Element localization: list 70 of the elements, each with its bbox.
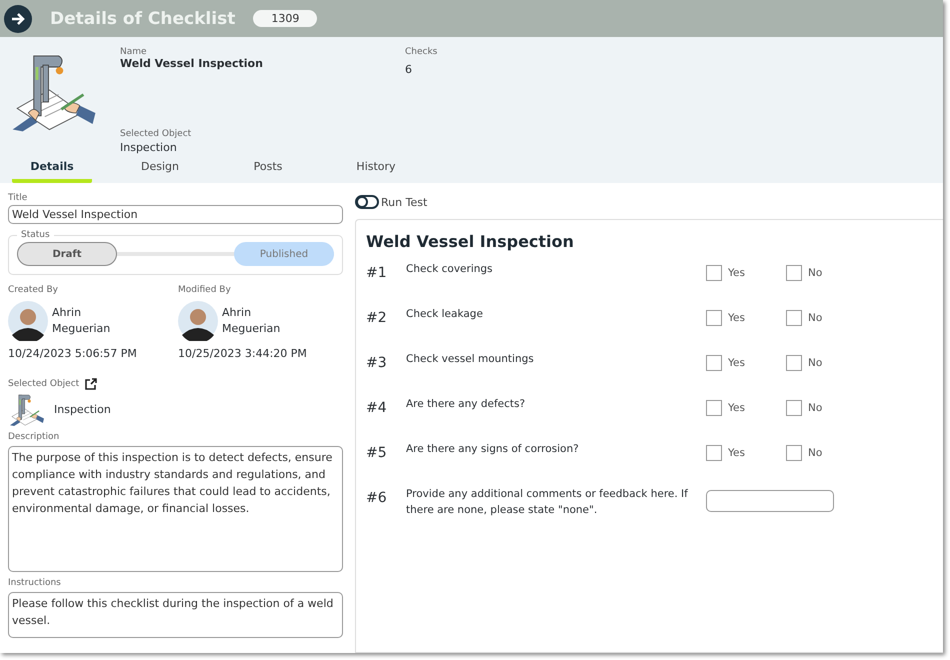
- answer-checkbox[interactable]: [786, 400, 802, 416]
- title-label: Title: [8, 193, 28, 203]
- item-number: #2: [366, 309, 388, 326]
- inspection-drawing: [8, 392, 46, 426]
- preview-title: Weld Vessel Inspection: [366, 232, 575, 251]
- name-label: Name: [120, 47, 148, 57]
- description-label: Description: [8, 432, 60, 442]
- selected-object: Inspection: [54, 402, 111, 416]
- instructions-field[interactable]: Please follow this checklist during the inspection of a weld vessel.: [8, 592, 343, 638]
- created-date: 10/24/2023 5:06:57 PM: [8, 347, 138, 360]
- back-button[interactable]: [4, 4, 32, 32]
- question-text: Provide any additional comments or feedback here. If there are none, please state "none".: [406, 487, 689, 518]
- avatar-icon: [8, 301, 48, 341]
- answer-field[interactable]: [706, 490, 834, 512]
- question-text: Check coverings: [406, 262, 494, 277]
- creator-name: Ahrin Meguerian: [52, 305, 112, 337]
- question-text: Check leakage: [406, 307, 484, 322]
- run-test-toggle[interactable]: Run Test: [355, 195, 428, 209]
- checks-label: Checks: [405, 47, 438, 57]
- arrow-icon: [10, 10, 26, 26]
- modified-by-label: Modified By: [178, 285, 232, 295]
- selected-object-label: Selected Object: [8, 379, 80, 389]
- checks-count: 6: [405, 63, 413, 76]
- page-title: Details of Checklist: [50, 8, 236, 28]
- option-label: Yes: [728, 267, 745, 279]
- item-number: #1: [366, 264, 388, 281]
- tab[interactable]: Details: [12, 154, 92, 183]
- status-label: Status: [20, 230, 51, 240]
- tab[interactable]: Posts: [228, 154, 308, 183]
- title-field[interactable]: Weld Vessel Inspection: [8, 205, 343, 224]
- answer-checkbox[interactable]: [706, 355, 722, 371]
- answer-checkbox[interactable]: [706, 310, 722, 326]
- modifier-name: Ahrin Meguerian: [222, 305, 282, 337]
- item-number: #5: [366, 444, 388, 461]
- question-text: Are there any signs of corrosion?: [406, 442, 580, 457]
- option-label: No: [808, 357, 822, 369]
- answer-checkbox[interactable]: [706, 445, 722, 461]
- tab[interactable]: History: [336, 154, 416, 183]
- modified-date: 10/25/2023 3:44:20 PM: [178, 347, 308, 360]
- answer-checkbox[interactable]: [786, 355, 802, 371]
- object-label: Selected Object: [120, 129, 192, 139]
- item-number: #6: [366, 489, 388, 506]
- object-name: Inspection: [120, 141, 178, 154]
- answer-checkbox[interactable]: [706, 400, 722, 416]
- item-number: #3: [366, 354, 388, 371]
- option-label: Yes: [728, 312, 745, 324]
- external-link-icon[interactable]: [85, 378, 98, 390]
- item-number: #4: [366, 399, 388, 416]
- option-label: No: [808, 447, 822, 459]
- option-label: Yes: [728, 357, 745, 369]
- answer-checkbox[interactable]: [706, 265, 722, 281]
- checklist-name: Weld Vessel Inspection: [120, 57, 264, 70]
- created-by-label: Created By: [8, 285, 59, 295]
- id-badge: 1309: [253, 10, 318, 27]
- instructions-label: Instructions: [8, 578, 62, 588]
- answer-checkbox[interactable]: [786, 265, 802, 281]
- tab[interactable]: Design: [120, 154, 200, 183]
- answer-checkbox[interactable]: [786, 445, 802, 461]
- option-label: No: [808, 267, 822, 279]
- option-label: No: [808, 312, 822, 324]
- question-text: Check vessel mountings: [406, 352, 535, 367]
- status-option[interactable]: Draft: [17, 242, 117, 266]
- option-label: No: [808, 402, 822, 414]
- toggle-icon: [355, 195, 379, 209]
- description-field[interactable]: The purpose of this inspection is to detect defects, ensure compliance with industry standards and regulations, and prevent catastrophic failures that could lead to accidents, environmental damage, or financial losses.: [8, 446, 343, 572]
- option-label: Yes: [728, 447, 745, 459]
- option-label: Yes: [728, 402, 745, 414]
- answer-checkbox[interactable]: [786, 310, 802, 326]
- avatar-icon: [178, 301, 218, 341]
- question-text: Are there any defects?: [406, 397, 526, 412]
